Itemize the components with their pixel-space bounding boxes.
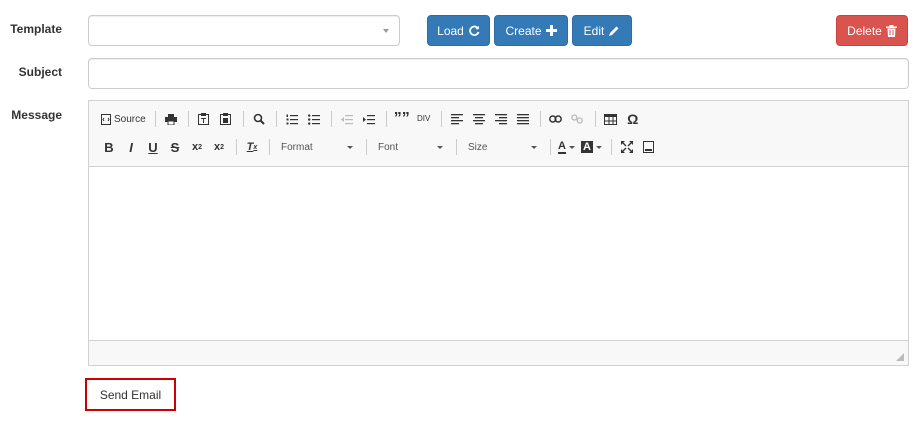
editor-content-area[interactable] xyxy=(89,167,908,341)
toolbar-divider xyxy=(610,139,612,155)
paste-word-icon[interactable] xyxy=(216,109,236,129)
align-right-icon[interactable] xyxy=(491,109,511,129)
chevron-down-icon xyxy=(568,145,575,149)
print-icon[interactable] xyxy=(161,109,181,129)
link-icon[interactable] xyxy=(546,109,566,129)
italic-button[interactable]: I xyxy=(121,137,141,157)
trash-icon xyxy=(885,24,897,37)
refresh-icon xyxy=(468,25,480,37)
message-editor: Source ”” DIV Ω B I U S x 2 x 2 T x Form… xyxy=(88,100,909,366)
maximize-icon[interactable] xyxy=(617,137,637,157)
bold-button[interactable]: B xyxy=(99,137,119,157)
align-left-icon[interactable] xyxy=(447,109,467,129)
editor-status-bar xyxy=(89,340,908,365)
align-center-icon[interactable] xyxy=(469,109,489,129)
message-label: Message xyxy=(11,108,62,122)
resize-handle-icon[interactable] xyxy=(896,353,904,361)
blockquote-icon[interactable]: ”” xyxy=(392,109,412,129)
underline-button[interactable]: U xyxy=(143,137,163,157)
format-combo-label: Format xyxy=(281,141,313,153)
delete-button[interactable]: Delete xyxy=(836,15,908,46)
toolbar-divider xyxy=(187,111,189,127)
chevron-down-icon xyxy=(347,145,353,149)
unlink-icon xyxy=(568,109,588,129)
table-icon[interactable] xyxy=(601,109,621,129)
plus-icon xyxy=(545,25,557,36)
toolbar-divider xyxy=(242,111,244,127)
show-blocks-icon[interactable] xyxy=(639,137,659,157)
bg-color-label: A xyxy=(580,141,593,153)
toolbar-divider xyxy=(456,139,457,155)
toolbar-divider xyxy=(275,111,277,127)
toolbar-divider xyxy=(440,111,442,127)
toolbar-divider xyxy=(154,111,156,127)
special-char-icon[interactable]: Ω xyxy=(623,109,643,129)
delete-button-label: Delete xyxy=(847,23,882,38)
toolbar-row-1: Source ”” DIV Ω xyxy=(99,108,645,130)
load-button[interactable]: Load xyxy=(427,15,490,46)
toolbar-divider xyxy=(366,139,367,155)
toolbar-row-2: B I U S x2 x2 Tx Format Font Size A A xyxy=(99,136,661,158)
subject-input[interactable] xyxy=(88,58,909,89)
toolbar-divider xyxy=(269,139,270,155)
toolbar-divider xyxy=(330,111,332,127)
send-email-button[interactable]: Send Email xyxy=(85,378,176,411)
paste-text-icon[interactable] xyxy=(194,109,214,129)
create-div-icon[interactable]: DIV xyxy=(414,109,434,129)
toolbar-divider xyxy=(236,139,237,155)
text-color-button[interactable]: A xyxy=(556,137,577,157)
create-button[interactable]: Create xyxy=(494,15,568,46)
strike-button[interactable]: S xyxy=(165,137,185,157)
text-color-label: A xyxy=(558,139,566,154)
load-button-label: Load xyxy=(437,23,464,38)
source-label: Source xyxy=(114,113,146,125)
bullet-list-icon[interactable] xyxy=(304,109,324,129)
outdent-icon xyxy=(337,109,357,129)
size-combo-label: Size xyxy=(468,141,488,153)
font-combo-label: Font xyxy=(378,141,399,153)
font-combo[interactable]: Font xyxy=(372,137,449,157)
editor-toolbar: Source ”” DIV Ω B I U S x 2 x 2 T x Form… xyxy=(89,101,908,167)
source-icon xyxy=(101,113,111,125)
create-button-label: Create xyxy=(505,23,542,38)
edit-button-label: Edit xyxy=(583,23,605,38)
size-combo[interactable]: Size xyxy=(462,137,543,157)
toolbar-divider xyxy=(550,139,551,155)
indent-icon[interactable] xyxy=(359,109,379,129)
source-button[interactable]: Source xyxy=(99,109,148,129)
superscript-icon[interactable]: x2 xyxy=(209,137,229,157)
toolbar-divider xyxy=(594,111,596,127)
find-icon[interactable] xyxy=(249,109,269,129)
toolbar-divider xyxy=(539,111,541,127)
chevron-down-icon xyxy=(531,145,537,149)
template-label: Template xyxy=(10,22,62,36)
remove-format-icon[interactable]: Tx xyxy=(242,137,262,157)
justify-icon[interactable] xyxy=(513,109,533,129)
template-select[interactable] xyxy=(88,15,400,46)
toolbar-divider xyxy=(385,111,387,127)
pencil-icon xyxy=(608,25,620,37)
subscript-icon[interactable]: x2 xyxy=(187,137,207,157)
edit-button[interactable]: Edit xyxy=(572,15,632,46)
bg-color-button[interactable]: A xyxy=(579,137,604,157)
subject-label: Subject xyxy=(18,65,62,79)
numbered-list-icon[interactable] xyxy=(282,109,302,129)
chevron-down-icon xyxy=(383,29,389,33)
format-combo[interactable]: Format xyxy=(275,137,359,157)
chevron-down-icon xyxy=(437,145,443,149)
chevron-down-icon xyxy=(595,145,602,149)
